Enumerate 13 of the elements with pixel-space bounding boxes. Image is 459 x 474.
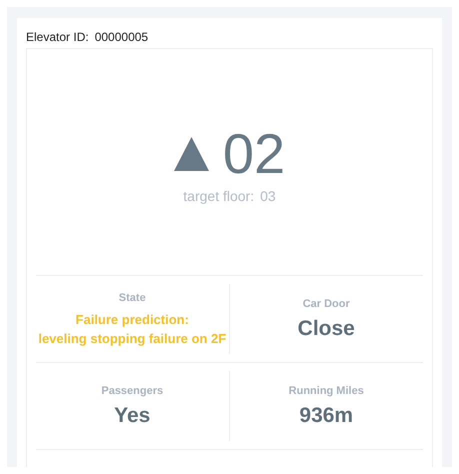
elevator-id: 00000005 [94,29,148,46]
elevator-id-label: Elevator ID: [26,29,89,46]
stat-label: State [118,290,146,306]
stat-label: Car Door [302,296,350,312]
stat-value: Failure prediction: leveling stopping failure on 2F [38,311,226,348]
stat-label: Running Miles [288,384,364,399]
stat-value: Yes [114,403,150,430]
stat-value: 936m [299,403,354,430]
target-floor-label: target floor: [183,186,254,206]
current-floor: 02 [222,124,286,184]
target-floor: 03 [260,186,276,206]
stat-value: Close [298,316,355,342]
stat-label: Passengers [101,384,164,399]
